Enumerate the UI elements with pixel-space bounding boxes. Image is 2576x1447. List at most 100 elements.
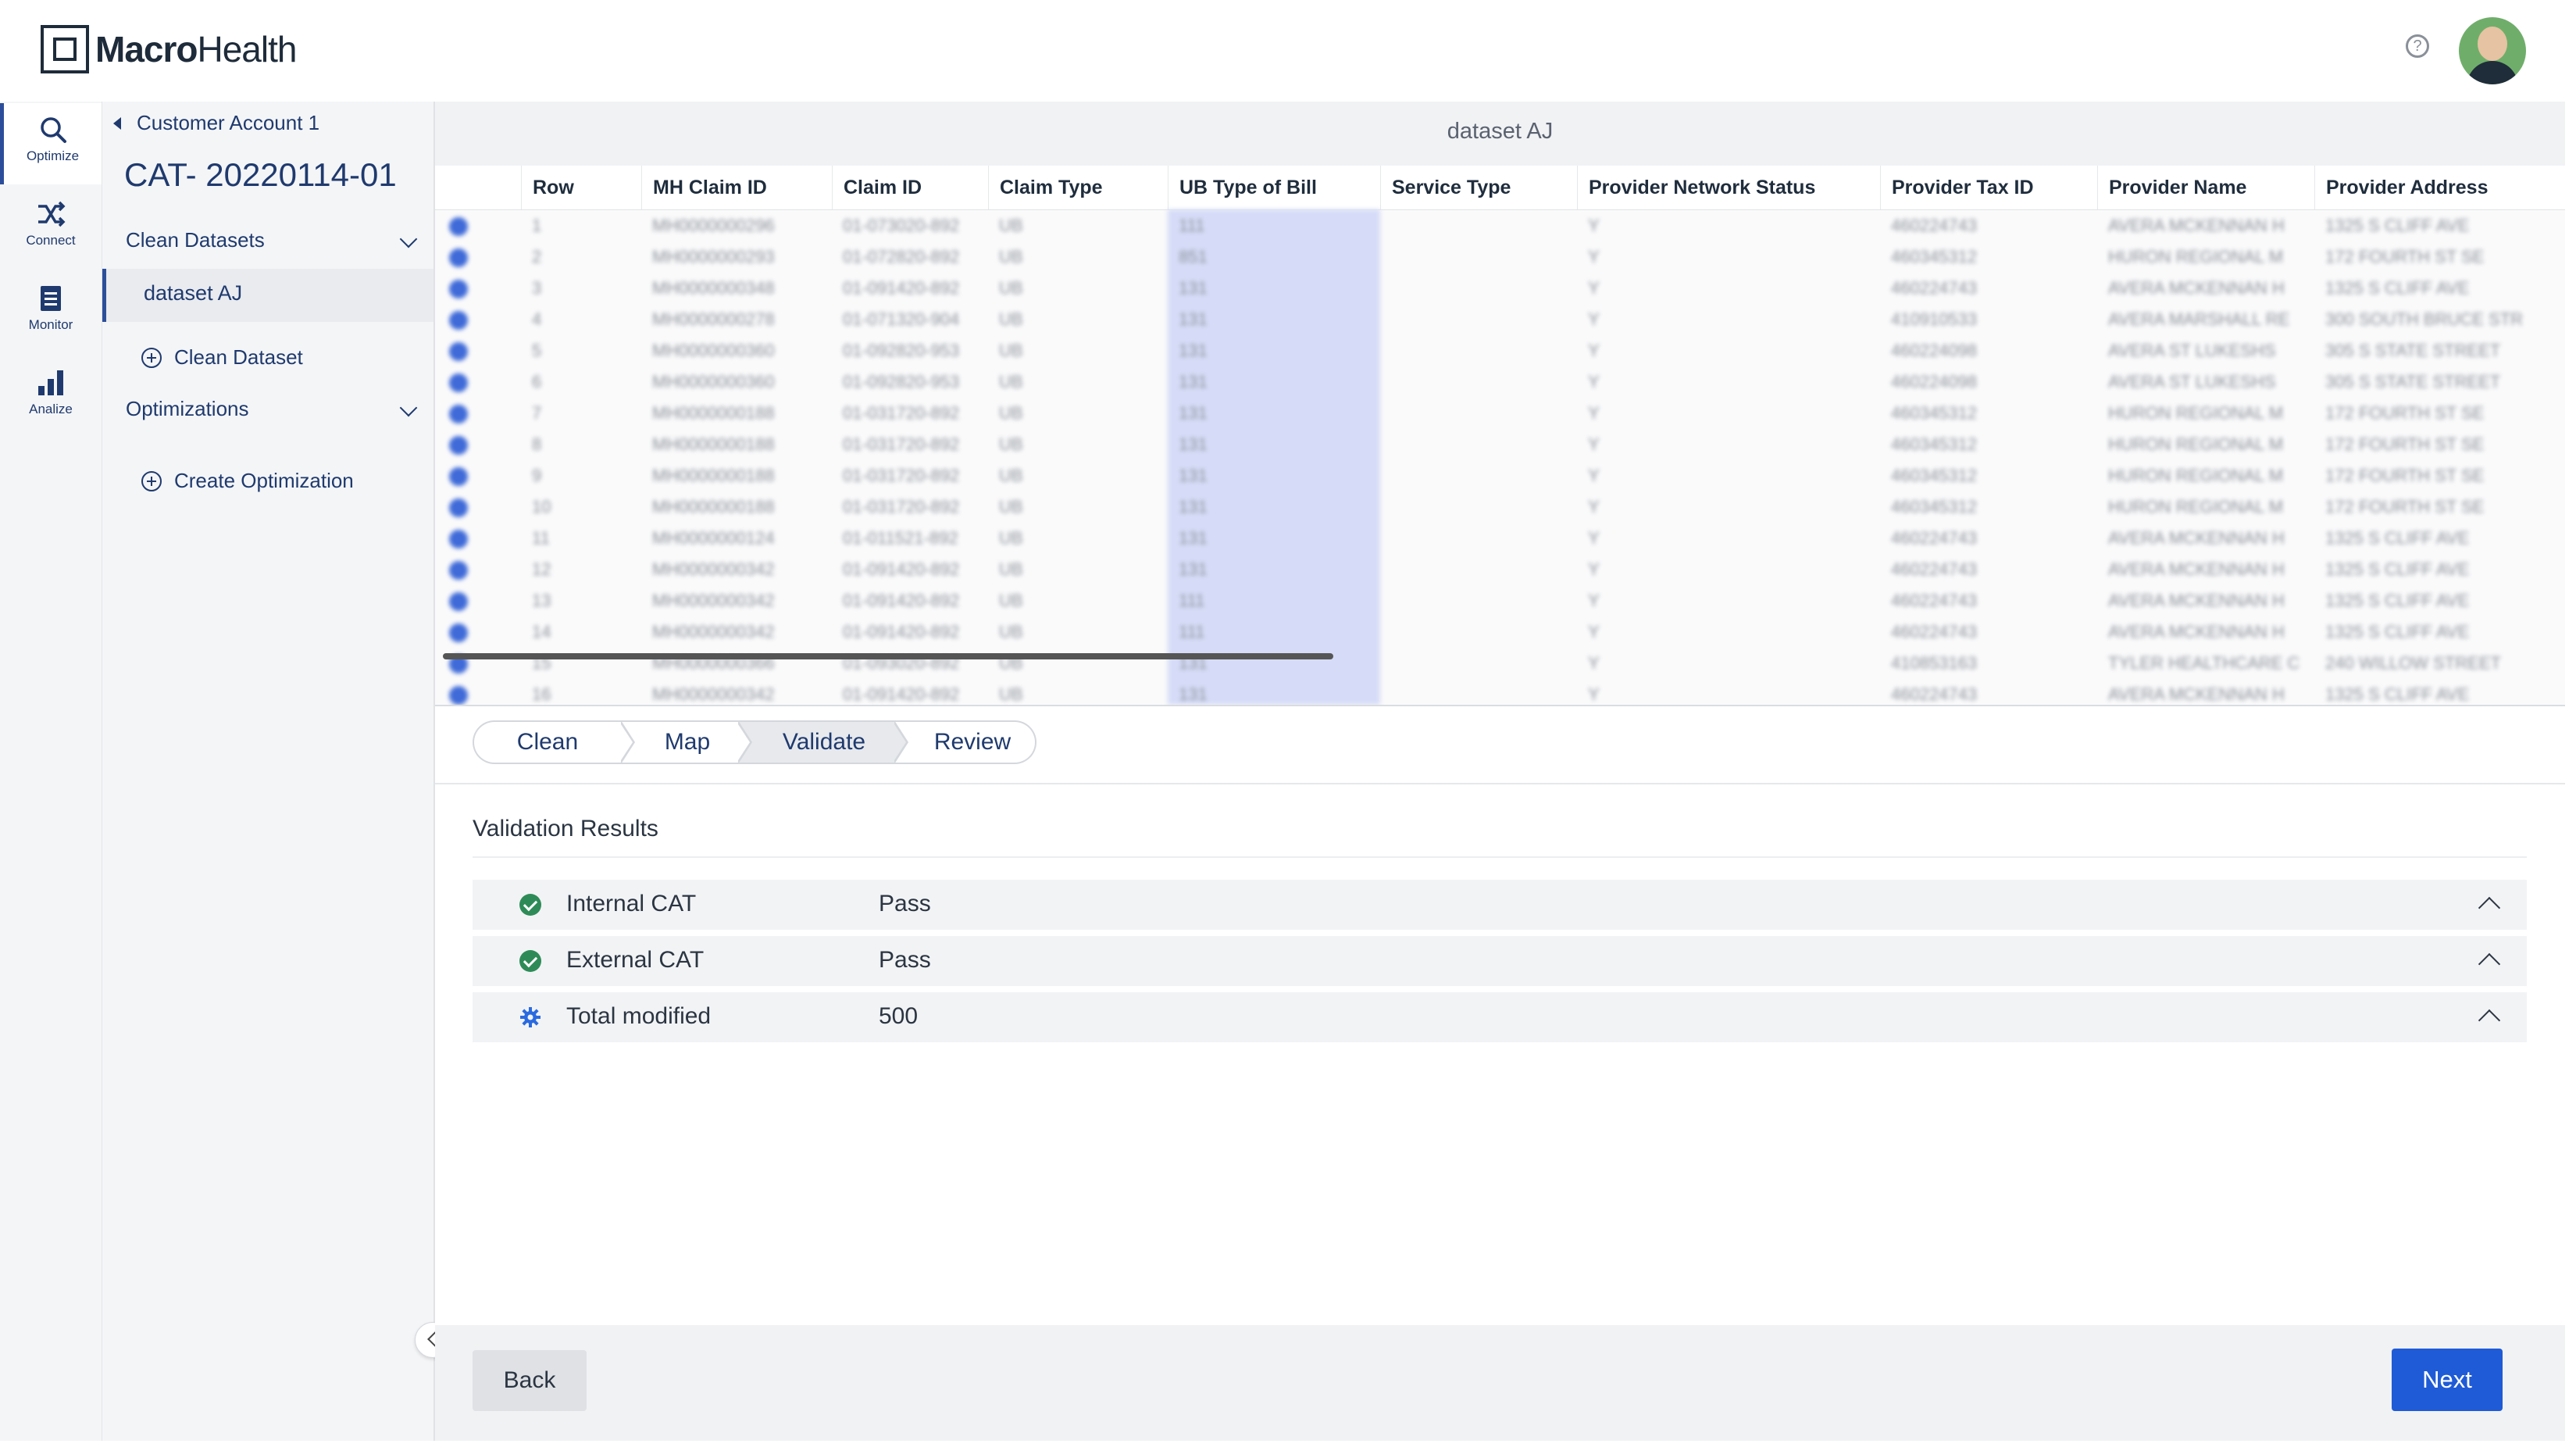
row-marker-icon[interactable] — [449, 623, 468, 642]
chevron-up-icon[interactable] — [2478, 896, 2501, 920]
row-marker-icon[interactable] — [449, 280, 468, 298]
gear-icon — [520, 1007, 541, 1027]
row-marker-icon[interactable] — [449, 467, 468, 486]
table-cell: 1325 S CLIFF AVE — [2325, 559, 2470, 579]
row-marker-icon[interactable] — [449, 592, 468, 611]
shuffle-icon — [38, 201, 66, 227]
table-cell: 1325 S CLIFF AVE — [2325, 216, 2470, 235]
clean-datasets-section[interactable]: Clean Datasets — [126, 228, 418, 252]
result-row-internal-cat[interactable]: Internal CAT Pass — [473, 880, 2527, 930]
horizontal-scrollbar[interactable] — [443, 653, 1333, 659]
column-header[interactable]: UB Type of Bill — [1168, 166, 1380, 209]
grid-body: 1 MH0000000296 01-073020-892 UB 111 Y 46022474… — [435, 209, 2565, 705]
table-row[interactable]: 8 MH0000000188 01-031720-892 UB 131 Y 46034531… — [435, 428, 2565, 459]
rail-label: Analize — [29, 402, 73, 416]
data-grid[interactable]: Row MH Claim ID Claim ID Claim Type UB Type … — [435, 166, 2565, 706]
row-marker-icon[interactable] — [449, 248, 468, 267]
table-cell: Y — [1588, 653, 1600, 673]
next-button[interactable]: Next — [2392, 1349, 2503, 1411]
table-cell: 12 — [532, 559, 551, 579]
column-header[interactable]: Claim ID — [832, 166, 988, 209]
chevron-up-icon[interactable] — [2478, 952, 2501, 976]
step-clean[interactable]: Clean — [473, 720, 635, 764]
row-marker-icon[interactable] — [449, 498, 468, 517]
nav-item-dataset-aj[interactable]: dataset AJ — [102, 269, 433, 322]
add-clean-dataset-button[interactable]: Clean Dataset — [141, 345, 303, 370]
step-validate[interactable]: Validate — [738, 720, 908, 764]
column-header[interactable]: Provider Tax ID — [1880, 166, 2097, 209]
table-row[interactable]: 1 MH0000000296 01-073020-892 UB 111 Y 46022474… — [435, 209, 2565, 241]
column-header[interactable]: Row — [521, 166, 641, 209]
table-row[interactable]: 16 MH0000000342 01-091420-892 UB 131 Y 4602247… — [435, 678, 2565, 705]
table-cell: UB — [999, 309, 1023, 329]
table-cell: AVERA MCKENNAN H — [2108, 559, 2285, 579]
step-map[interactable]: Map — [621, 720, 752, 764]
back-button[interactable]: Back — [473, 1350, 587, 1411]
table-row[interactable]: 13 MH0000000342 01-091420-892 UB 111 Y 4602247… — [435, 584, 2565, 616]
column-header[interactable]: MH Claim ID — [641, 166, 832, 209]
help-icon[interactable]: ? — [2406, 34, 2429, 58]
table-cell: UB — [999, 497, 1023, 516]
table-cell: 305 S STATE STREET — [2325, 341, 2501, 360]
table-cell: 14 — [532, 622, 551, 641]
rail-item-connect[interactable]: Connect — [0, 188, 102, 269]
table-cell: 131 — [1179, 341, 1208, 360]
user-avatar[interactable] — [2459, 17, 2526, 84]
row-marker-icon[interactable] — [449, 217, 468, 236]
column-header[interactable]: Provider Network Status — [1577, 166, 1880, 209]
row-marker-icon[interactable] — [449, 373, 468, 392]
table-cell: 172 FOURTH ST SE — [2325, 434, 2485, 454]
rail-item-optimize[interactable]: Optimize — [0, 103, 102, 184]
table-row[interactable]: 4 MH0000000278 01-071320-904 UB 131 Y 41091053… — [435, 303, 2565, 334]
table-row[interactable]: 9 MH0000000188 01-031720-892 UB 131 Y 46034531… — [435, 459, 2565, 491]
row-marker-icon[interactable] — [449, 436, 468, 455]
table-cell: 131 — [1179, 403, 1208, 423]
table-cell: 851 — [1179, 247, 1208, 266]
table-cell: 01-031720-892 — [843, 497, 960, 516]
table-row[interactable]: 12 MH0000000342 01-091420-892 UB 131 Y 4602247… — [435, 553, 2565, 584]
table-cell: 410910533 — [1891, 309, 1978, 329]
table-cell: 1325 S CLIFF AVE — [2325, 278, 2470, 298]
row-marker-icon[interactable] — [449, 530, 468, 548]
table-cell: UB — [999, 528, 1023, 548]
main-content: dataset AJ Row MH Claim ID Claim ID Claim T… — [435, 102, 2565, 1441]
column-header[interactable]: Service Type — [1380, 166, 1577, 209]
table-row[interactable]: 7 MH0000000188 01-031720-892 UB 131 Y 46034531… — [435, 397, 2565, 428]
step-label: Map — [664, 729, 711, 755]
result-row-external-cat[interactable]: External CAT Pass — [473, 936, 2527, 986]
row-marker-icon[interactable] — [449, 342, 468, 361]
rail-item-monitor[interactable]: Monitor — [0, 272, 102, 353]
column-header[interactable]: Claim Type — [988, 166, 1168, 209]
macrohealth-logo[interactable]: MacroHealth — [41, 25, 297, 73]
table-cell: 131 — [1179, 309, 1208, 329]
table-cell: 131 — [1179, 528, 1208, 548]
table-cell: 460224098 — [1891, 372, 1978, 391]
create-optimization-button[interactable]: Create Optimization — [141, 469, 354, 493]
dataset-header: dataset AJ — [435, 102, 2565, 166]
rail-item-analize[interactable]: Analize — [0, 356, 102, 438]
table-row[interactable]: 14 MH0000000342 01-091420-892 UB 111 Y 4602247… — [435, 616, 2565, 647]
optimizations-section[interactable]: Optimizations — [126, 397, 418, 421]
step-review[interactable]: Review — [894, 720, 1036, 764]
column-header[interactable]: Provider Name — [2097, 166, 2314, 209]
table-cell: 460345312 — [1891, 247, 1978, 266]
table-row[interactable]: 10 MH0000000188 01-031720-892 UB 131 Y 4603453… — [435, 491, 2565, 522]
table-row[interactable]: 11 MH0000000124 01-011521-892 UB 131 Y 4602247… — [435, 522, 2565, 553]
row-marker-icon[interactable] — [449, 311, 468, 330]
table-row[interactable]: 2 MH0000000293 01-072820-892 UB 851 Y 46034531… — [435, 241, 2565, 272]
table-row[interactable]: 5 MH0000000360 01-092820-953 UB 131 Y 46022409… — [435, 334, 2565, 366]
table-row[interactable]: 15 MH0000000366 01-093020-892 UB 131 Y 4108531… — [435, 647, 2565, 678]
table-cell: UB — [999, 403, 1023, 423]
table-row[interactable]: 3 MH0000000348 01-091420-892 UB 131 Y 46022474… — [435, 272, 2565, 303]
table-cell: MH0000000296 — [652, 216, 775, 235]
chevron-up-icon[interactable] — [2478, 1009, 2501, 1032]
back-to-account-link[interactable]: Customer Account 1 — [113, 111, 319, 135]
table-row[interactable]: 6 MH0000000360 01-092820-953 UB 131 Y 46022409… — [435, 366, 2565, 397]
row-marker-icon[interactable] — [449, 561, 468, 580]
column-header[interactable]: Provider Address — [2314, 166, 2565, 209]
result-row-total-modified[interactable]: Total modified 500 — [473, 992, 2527, 1042]
row-marker-icon[interactable] — [449, 405, 468, 423]
row-marker-icon[interactable] — [449, 686, 468, 705]
account-name: Customer Account 1 — [137, 111, 320, 134]
check-circle-icon — [519, 894, 541, 916]
